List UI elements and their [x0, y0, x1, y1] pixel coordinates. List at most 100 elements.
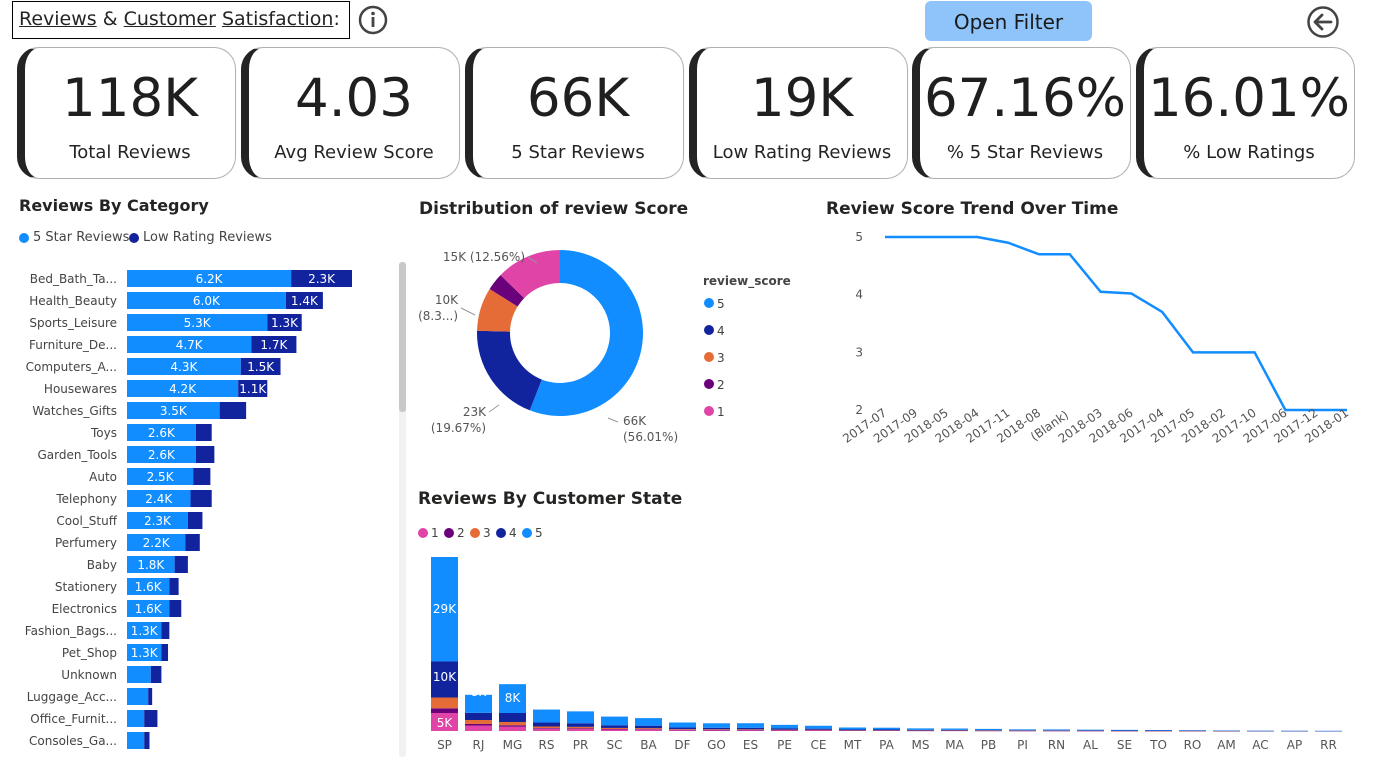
- state-bar-segment-4[interactable]: [873, 729, 900, 731]
- state-bar-segment-5[interactable]: [1009, 729, 1036, 731]
- legend-5-star[interactable]: 5 Star Reviews: [19, 230, 129, 245]
- bar-5-star[interactable]: [127, 710, 145, 727]
- state-bar-segment-4[interactable]: [669, 727, 696, 730]
- state-bar-segment-4[interactable]: [601, 725, 628, 728]
- bar-5-star-data-label: 2.2K: [143, 536, 171, 550]
- state-bar-segment-5[interactable]: [907, 728, 934, 730]
- state-bar-segment-3[interactable]: [465, 720, 492, 724]
- state-bar-segment-4[interactable]: [839, 729, 866, 731]
- bar-5-star-data-label: 1.3K: [131, 624, 159, 638]
- state-bar-segment-4[interactable]: [635, 725, 662, 729]
- bar-5-star[interactable]: [127, 666, 151, 683]
- bar-low-rating[interactable]: [144, 732, 150, 749]
- state-bar-segment-5[interactable]: [839, 727, 866, 730]
- state-bar-segment-4[interactable]: [771, 728, 798, 730]
- state-bar-segment-4[interactable]: [737, 727, 764, 730]
- donut-legend-dot[interactable]: [704, 298, 714, 308]
- state-bar-segment-1[interactable]: [601, 729, 628, 731]
- bar-low-rating[interactable]: [169, 600, 182, 617]
- state-bar-segment-4[interactable]: [805, 728, 832, 730]
- open-filter-button[interactable]: Open Filter: [925, 1, 1092, 41]
- state-bar-segment-4[interactable]: [465, 712, 492, 721]
- bar-low-rating[interactable]: [185, 534, 200, 551]
- donut-legend-dot[interactable]: [704, 325, 714, 335]
- state-legend-dot[interactable]: [418, 528, 428, 538]
- state-bar-segment-5[interactable]: [635, 718, 662, 726]
- bar-low-rating[interactable]: [174, 556, 188, 573]
- bar-low-rating[interactable]: [169, 578, 179, 595]
- state-bar-segment-4[interactable]: [941, 729, 968, 731]
- state-tick-label: GO: [707, 738, 726, 752]
- state-legend-dot[interactable]: [470, 528, 480, 538]
- bar-low-rating[interactable]: [161, 622, 170, 639]
- state-bar-segment-5[interactable]: [941, 728, 968, 730]
- state-bar-segment-5[interactable]: [737, 723, 764, 728]
- state-bar-segment-3[interactable]: [635, 728, 662, 730]
- back-arrow-icon[interactable]: [1306, 5, 1340, 39]
- bar-low-rating[interactable]: [193, 468, 211, 485]
- bar-low-rating[interactable]: [161, 644, 169, 661]
- state-bar-segment-4[interactable]: [567, 723, 594, 727]
- state-bar-segment-1[interactable]: [635, 729, 662, 731]
- state-bar-segment-1[interactable]: [499, 726, 526, 731]
- state-bar-segment-1[interactable]: [533, 728, 560, 731]
- state-bar-segment-5[interactable]: [805, 725, 832, 729]
- state-bar-segment-5[interactable]: [601, 716, 628, 726]
- state-bar-segment-3[interactable]: [669, 729, 696, 730]
- state-bar-segment-4[interactable]: [703, 727, 730, 730]
- state-bar-segment-5[interactable]: [533, 709, 560, 723]
- donut-slice-4[interactable]: [477, 330, 542, 411]
- bar-5-star[interactable]: [127, 732, 145, 749]
- state-bar-segment-3[interactable]: [431, 697, 458, 709]
- donut-legend-dot[interactable]: [704, 406, 714, 416]
- category-scrollbar[interactable]: [399, 262, 406, 412]
- state-bar-segment-5[interactable]: [567, 711, 594, 724]
- bar-low-rating[interactable]: [219, 402, 247, 419]
- state-tick-label: MA: [945, 738, 964, 752]
- state-bar-segment-5[interactable]: [1077, 729, 1104, 731]
- state-bar-segment-2[interactable]: [567, 728, 594, 730]
- legend-low-rating[interactable]: Low Rating Reviews: [129, 230, 272, 245]
- state-bar-segment-5[interactable]: [975, 728, 1002, 731]
- bar-5-star[interactable]: [127, 688, 149, 705]
- state-bar-segment-5[interactable]: [669, 722, 696, 728]
- state-bar-segment-3[interactable]: [737, 729, 764, 730]
- state-bar-segment-1[interactable]: [567, 729, 594, 731]
- state-bar-segment-5[interactable]: [1145, 730, 1172, 731]
- state-tick-label: AM: [1217, 738, 1236, 752]
- state-bar-segment-2[interactable]: [499, 725, 526, 727]
- bar-low-rating[interactable]: [148, 688, 153, 705]
- state-bar-segment-3[interactable]: [567, 726, 594, 729]
- state-bar-segment-3[interactable]: [703, 729, 730, 730]
- state-bar-segment-5[interactable]: [873, 727, 900, 730]
- state-legend-dot[interactable]: [444, 528, 454, 538]
- state-bar-segment-1[interactable]: [465, 725, 492, 731]
- trend-line[interactable]: [885, 235, 1347, 412]
- state-bar-segment-5[interactable]: [771, 724, 798, 729]
- state-bar-segment-5[interactable]: [1043, 729, 1070, 731]
- bar-low-rating[interactable]: [195, 446, 215, 463]
- state-legend-dot[interactable]: [496, 528, 506, 538]
- state-bar-segment-5[interactable]: [1111, 729, 1138, 731]
- state-bar-segment-3[interactable]: [601, 727, 628, 730]
- donut-legend-dot[interactable]: [704, 352, 714, 362]
- state-tick-label: RO: [1184, 738, 1202, 752]
- state-bar-segment-4[interactable]: [907, 729, 934, 731]
- donut-legend-dot[interactable]: [704, 379, 714, 389]
- bar-low-rating[interactable]: [144, 710, 158, 727]
- state-bar-segment-3[interactable]: [533, 726, 560, 729]
- state-bar-segment-1[interactable]: [669, 730, 696, 731]
- bar-low-rating[interactable]: [150, 666, 162, 683]
- state-bar-segment-4[interactable]: [533, 722, 560, 727]
- state-legend-dot[interactable]: [522, 528, 532, 538]
- state-bar-segment-5[interactable]: [703, 723, 730, 728]
- bar-low-rating[interactable]: [190, 490, 212, 507]
- state-bar-segment-2[interactable]: [533, 728, 560, 729]
- state-bar-segment-3[interactable]: [499, 721, 526, 726]
- info-icon[interactable]: [358, 5, 388, 35]
- state-bar-segment-2[interactable]: [465, 723, 492, 726]
- bar-low-rating[interactable]: [195, 424, 212, 441]
- state-bar-segment-2[interactable]: [431, 708, 458, 713]
- state-bar-segment-4[interactable]: [499, 712, 526, 722]
- bar-low-rating[interactable]: [187, 512, 203, 529]
